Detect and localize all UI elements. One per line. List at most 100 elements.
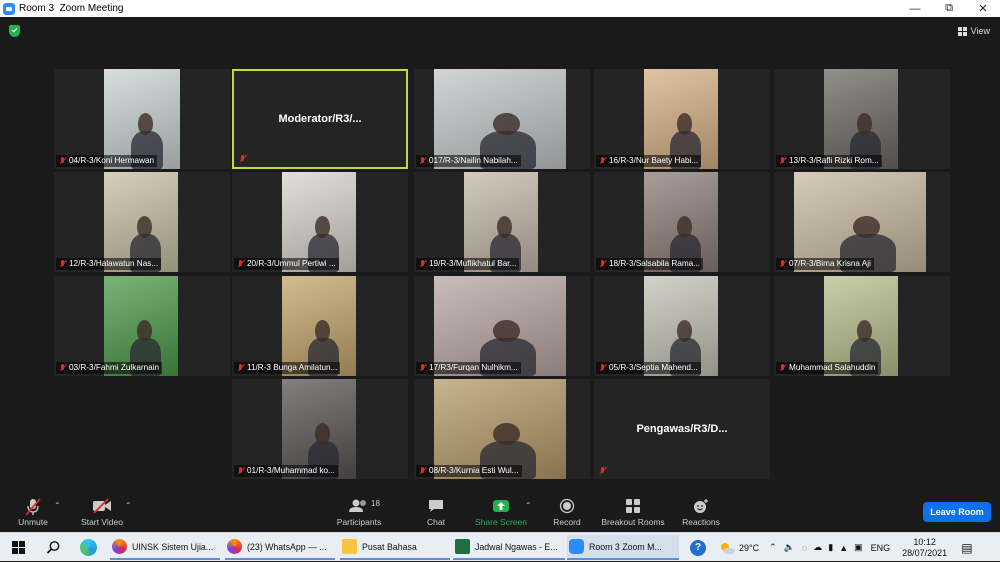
participant-name: 08/R-3/Kurnia Esti Wul...	[429, 466, 519, 475]
leave-room-button[interactable]: Leave Room	[923, 502, 991, 522]
help-icon[interactable]: ?	[690, 539, 706, 556]
weather-sun-cloud-icon	[721, 542, 735, 554]
participant-name: 03/R-3/Fahmi Zulkarnain	[69, 363, 160, 372]
network-icon[interactable]: ◌	[802, 543, 807, 553]
search-icon[interactable]	[46, 540, 61, 555]
unmute-label: Unmute	[18, 517, 48, 527]
taskbar-app-button[interactable]: Pusat Bahasa	[340, 535, 450, 560]
participant-tile[interactable]: 017/R-3/Nailin Nabilah...	[414, 69, 590, 169]
participant-tile[interactable]: 18/R-3/Salsabila Rama...	[594, 172, 770, 272]
clock-time: 10:12	[913, 536, 936, 547]
muted-microphone-icon	[25, 498, 41, 516]
participant-name: Muhammad Salahuddin	[789, 363, 876, 372]
participant-tile[interactable]: Muhammad Salahuddin	[774, 276, 950, 376]
start-video-button[interactable]: Start Video	[76, 496, 128, 532]
participant-video	[104, 276, 178, 376]
participant-nameplate: 08/R-3/Kurnia Esti Wul...	[416, 465, 522, 477]
audio-options-chevron-icon[interactable]: ⌃	[54, 501, 61, 510]
zoom-logo-icon	[3, 2, 15, 15]
participant-tile[interactable]: 08/R-3/Kurnia Esti Wul...	[414, 379, 590, 479]
record-icon	[559, 498, 575, 514]
participant-tile[interactable]: 12/R-3/Halawatun Nas...	[54, 172, 230, 272]
grid-icon	[957, 26, 967, 36]
participant-tile[interactable]: 04/R-3/Koni Hermawan	[54, 69, 230, 169]
participant-nameplate: 18/R-3/Salsabila Rama...	[596, 258, 704, 270]
clock[interactable]: 10:12 28/07/2021	[902, 537, 947, 559]
muted-microphone-icon	[237, 467, 245, 475]
input-language[interactable]: ENG	[871, 543, 891, 553]
taskbar-app-button[interactable]: Room 3 Zoom M...	[567, 535, 679, 560]
participants-label: Participants	[336, 517, 382, 527]
participant-name: 07/R-3/Bima Krisna Aji	[789, 259, 871, 268]
edge-browser-icon[interactable]	[80, 539, 97, 556]
share-options-chevron-icon[interactable]: ⌃	[525, 501, 532, 510]
excel-icon	[455, 539, 470, 554]
participant-video	[794, 172, 926, 272]
participant-tile[interactable]: 03/R-3/Fahmi Zulkarnain	[54, 276, 230, 376]
breakout-rooms-button[interactable]: Breakout Rooms	[600, 496, 666, 532]
share-screen-label: Share Screen	[475, 517, 527, 527]
participant-nameplate: 04/R-3/Koni Hermawan	[56, 155, 158, 167]
participant-tile[interactable]: 05/R-3/Septia Mahend...	[594, 276, 770, 376]
window-titlebar: Room 3 Zoom Meeting — ⧉ ✕	[0, 0, 1000, 17]
taskbar-app-button[interactable]: (23) WhatsApp — ...	[225, 535, 335, 560]
taskbar-app-label: Room 3 Zoom M...	[589, 541, 662, 552]
windows-start-icon[interactable]	[12, 541, 25, 554]
participant-tile[interactable]: 07/R-3/Bima Krisna Aji	[774, 172, 950, 272]
battery-icon[interactable]: ▣	[854, 542, 863, 553]
notifications-icon[interactable]: ▤	[961, 541, 972, 555]
muted-microphone-icon	[59, 364, 67, 372]
participant-tile[interactable]: 13/R-3/Rafli Rizki Rom...	[774, 69, 950, 169]
maximize-button[interactable]: ⧉	[932, 0, 966, 17]
weather-temperature[interactable]: 29°C	[739, 543, 759, 553]
unmute-button[interactable]: Unmute	[12, 496, 54, 532]
participant-video	[434, 69, 566, 169]
muted-microphone-icon	[779, 260, 787, 268]
participant-tile[interactable]: Pengawas/R3/D...	[594, 379, 770, 479]
participant-tile[interactable]: 11/R-3 Bunga Amilatun...	[232, 276, 408, 376]
share-screen-button[interactable]: Share Screen	[474, 496, 528, 532]
record-label: Record	[553, 517, 581, 527]
reactions-label: Reactions	[682, 517, 720, 527]
meeting-toolbar: Unmute ⌃ Start Video ⌃ Participants 18 C…	[0, 496, 1000, 532]
view-button[interactable]: View	[957, 26, 990, 36]
participant-video	[464, 172, 538, 272]
participant-tile[interactable]: Moderator/R3/...	[232, 69, 408, 169]
participant-tile[interactable]: 19/R-3/Muflikhatul Bar...	[414, 172, 590, 272]
participant-video	[434, 379, 566, 479]
minimize-button[interactable]: —	[898, 0, 932, 17]
participant-display-name: Pengawas/R3/D...	[636, 423, 728, 435]
taskbar-app-button[interactable]: UINSK Sistem Ujia...	[110, 535, 220, 560]
volume-icon[interactable]: 🔈	[784, 542, 795, 553]
participant-tile[interactable]: 20/R-3/Ummul Pertiwi ...	[232, 172, 408, 272]
chat-label: Chat	[427, 517, 445, 527]
video-options-chevron-icon[interactable]: ⌃	[125, 501, 132, 510]
participant-nameplate: 05/R-3/Septia Mahend...	[596, 362, 701, 374]
wifi-icon[interactable]: ▲	[839, 543, 848, 553]
onedrive-cloud-icon[interactable]: ☁	[813, 542, 822, 553]
participant-video	[434, 276, 566, 376]
close-button[interactable]: ✕	[966, 0, 1000, 17]
show-hidden-icons-chevron-icon[interactable]: ⌃	[769, 542, 777, 553]
muted-microphone-icon	[599, 157, 607, 165]
firefox-icon	[112, 539, 127, 554]
reactions-button[interactable]: Reactions	[680, 496, 722, 532]
participant-tile[interactable]: 16/R-3/Nur Baety Habi...	[594, 69, 770, 169]
muted-microphone-icon	[599, 364, 607, 372]
participant-nameplate: 01/R-3/Muhammad ko...	[234, 465, 338, 477]
participant-name: 13/R-3/Rafli Rizki Rom...	[789, 156, 879, 165]
firefox-icon	[227, 539, 242, 554]
muted-microphone-icon	[239, 155, 247, 163]
participant-tile[interactable]: 17/R3/Furqan Nulhikm...	[414, 276, 590, 376]
muted-microphone-icon	[779, 364, 787, 372]
usb-device-icon[interactable]: ▮	[828, 542, 833, 553]
encryption-shield-icon[interactable]	[9, 25, 20, 37]
participant-tile[interactable]: 01/R-3/Muhammad ko...	[232, 379, 408, 479]
record-button[interactable]: Record	[548, 496, 586, 532]
muted-microphone-icon	[599, 467, 607, 475]
taskbar-app-button[interactable]: Jadwal Ngawas - E...	[453, 535, 565, 560]
participant-name: 20/R-3/Ummul Pertiwi ...	[247, 259, 336, 268]
participant-nameplate: 11/R-3 Bunga Amilatun...	[234, 362, 341, 374]
chat-button[interactable]: Chat	[418, 496, 454, 532]
muted-microphone-icon	[419, 364, 427, 372]
